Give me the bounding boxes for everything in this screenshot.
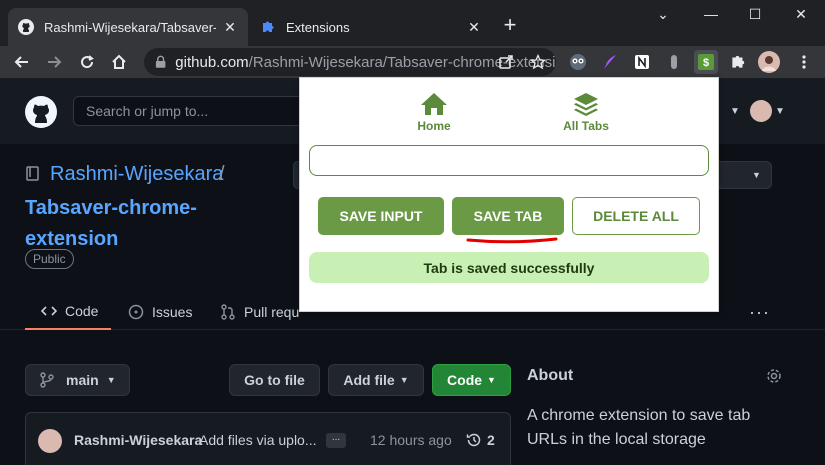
extensions-puzzle-icon[interactable] [726,50,750,74]
commit-count: 2 [487,432,495,448]
capsule-extension-icon[interactable] [662,50,686,74]
tab-issues[interactable]: Issues [128,294,192,330]
status-message: Tab is saved successfully [309,252,709,283]
repo-action-dropdown[interactable]: ▼ [715,161,772,189]
tab-label: Code [65,303,99,319]
add-file-label: Add file [343,372,395,388]
lock-icon [155,55,166,68]
branch-icon [40,372,54,388]
browser-toolbar: github.com/Rashmi-Wijesekara/Tabsaver-ch… [0,46,825,78]
back-button[interactable] [10,50,34,74]
tab-label: Pull requ [244,304,300,320]
home-button[interactable] [107,50,131,74]
repo-name-link[interactable]: Tabsaver-chrome-extension [25,193,225,255]
forward-button[interactable] [42,50,66,74]
bookmark-star-icon[interactable] [526,50,550,74]
about-description: A chrome extension to save tab URLs in t… [527,407,751,448]
reload-button[interactable] [75,50,99,74]
chevron-down-icon[interactable]: ▼ [775,106,785,117]
branch-name: main [66,372,99,388]
window-close-button[interactable]: ✕ [786,6,816,26]
gear-icon[interactable] [766,368,782,384]
chevron-down-icon: ▼ [487,375,496,385]
history-icon [466,433,481,447]
kebab-menu-icon[interactable] [792,50,816,74]
reload-icon [81,55,94,69]
popup-nav-label: All Tabs [563,119,609,133]
extension-popup: Home All Tabs SAVE INPUT SAVE TAB DELETE… [299,77,719,312]
go-to-file-button[interactable]: Go to file [229,364,320,396]
layers-icon [574,93,598,116]
tab-title: Extensions [286,19,350,35]
arrow-left-icon [14,56,28,68]
issue-icon [128,304,144,320]
latest-commit-box: Rashmi-Wijesekara Add files via uplo... … [25,412,511,465]
minimize-button[interactable]: — [696,6,726,26]
code-icon [41,306,57,316]
save-input-button[interactable]: SAVE INPUT [318,197,444,235]
close-icon[interactable]: ✕ [222,19,238,35]
repo-icon [26,166,39,181]
maximize-button[interactable]: ☐ [740,6,770,26]
chevron-down-icon: ▼ [752,170,761,180]
feather-extension-icon[interactable] [598,50,622,74]
profile-avatar[interactable] [757,50,781,74]
popup-nav-all-tabs[interactable]: All Tabs [541,92,631,133]
save-tab-button[interactable]: SAVE TAB [452,197,564,235]
home-icon [421,93,447,115]
browser-tab-extensions[interactable]: Extensions ✕ [252,8,490,46]
arrow-right-icon [48,56,62,68]
repo-separator: / [219,163,225,185]
add-file-button[interactable]: Add file ▼ [328,364,424,396]
close-icon[interactable]: ✕ [466,19,482,35]
commit-author[interactable]: Rashmi-Wijesekara [74,432,202,448]
notion-extension-icon[interactable] [630,50,654,74]
chevron-down-icon[interactable]: ▼ [730,106,740,117]
popup-nav-label: Home [417,119,451,133]
code-button-label: Code [447,372,483,388]
more-tabs-icon[interactable]: ··· [749,294,770,330]
chevron-down-icon: ▼ [399,375,409,385]
visibility-badge: Public [25,249,74,269]
code-download-button[interactable]: Code ▼ [432,364,511,396]
svg-text:$: $ [703,57,709,69]
github-search-input[interactable]: Search or jump to... [73,96,305,126]
chevron-down-icon: ▼ [106,375,116,385]
url-host: github.com [175,53,249,71]
tab-code[interactable]: Code [25,294,111,330]
pull-request-icon [221,304,235,320]
house-icon [112,54,126,69]
commit-expand-button[interactable]: ... [326,433,346,448]
tab-title: Rashmi-Wijesekara/Tabsaver-chrome-extens… [44,19,216,35]
popup-nav-home[interactable]: Home [389,92,479,133]
browser-tabstrip: Rashmi-Wijesekara/Tabsaver-chrome-extens… [0,0,825,46]
tab-pull-requests[interactable]: Pull requ [220,294,299,330]
branch-select-button[interactable]: main ▼ [25,364,130,396]
browser-tab-github[interactable]: Rashmi-Wijesekara/Tabsaver-chrome-extens… [8,8,248,46]
owl-extension-icon[interactable] [566,50,590,74]
repo-owner-link[interactable]: Rashmi-Wijesekara [50,163,223,186]
commit-history-link[interactable]: 2 [466,432,495,448]
share-icon[interactable] [494,50,518,74]
avatar[interactable] [750,100,772,122]
github-logo-icon[interactable] [24,95,58,129]
tabsaver-extension-icon[interactable]: $ [694,50,718,74]
url-input[interactable] [309,145,709,176]
tab-search-chevron-icon[interactable]: ⌄ [648,6,678,26]
avatar[interactable] [38,429,62,453]
puzzle-icon [260,19,276,35]
annotation-underline [466,237,558,244]
github-icon [18,19,34,35]
tab-label: Issues [152,304,193,320]
commit-time[interactable]: 12 hours ago [370,432,452,448]
new-tab-button[interactable]: + [500,14,520,36]
commit-message[interactable]: Add files via uplo... [199,432,319,448]
delete-all-button[interactable]: DELETE ALL [572,197,700,235]
about-heading: About [527,367,574,384]
